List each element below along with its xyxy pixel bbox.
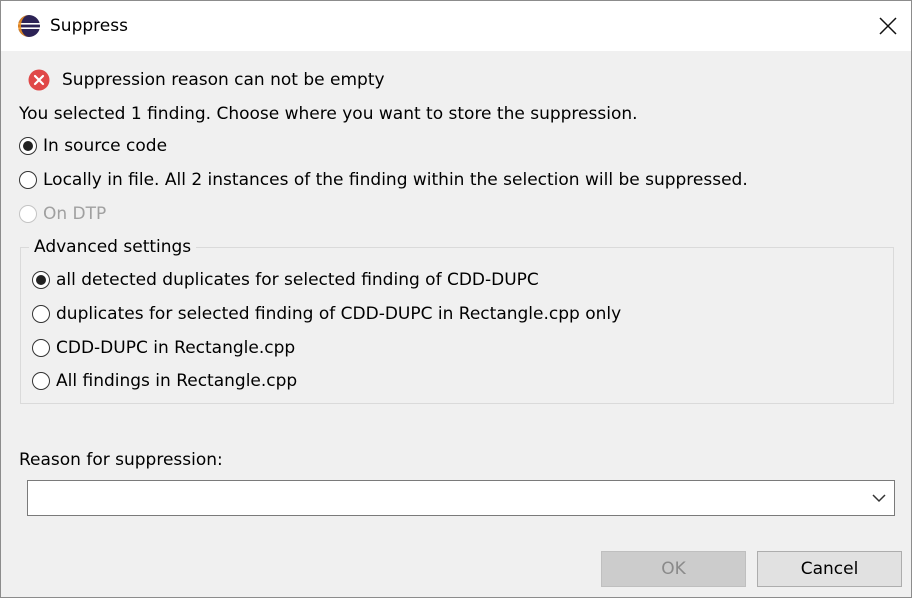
cancel-button[interactable]: Cancel	[757, 551, 902, 587]
chevron-down-icon[interactable]	[872, 492, 886, 504]
close-button[interactable]	[865, 1, 911, 51]
radio-locally-in-file[interactable]: Locally in file. All 2 instances of the …	[19, 169, 748, 191]
radio-label: all detected duplicates for selected fin…	[56, 270, 539, 290]
radio-button	[19, 205, 37, 223]
radio-button[interactable]	[32, 271, 50, 289]
radio-button[interactable]	[32, 339, 50, 357]
radio-label: All findings in Rectangle.cpp	[56, 371, 298, 391]
radio-label: Locally in file. All 2 instances of the …	[43, 170, 748, 190]
radio-button[interactable]	[32, 372, 50, 390]
radio-label: On DTP	[43, 204, 107, 224]
radio-button[interactable]	[19, 171, 37, 189]
error-icon	[28, 69, 50, 91]
close-icon	[879, 17, 897, 35]
radio-button[interactable]	[19, 137, 37, 155]
suppress-dialog: Suppress Suppression reason can not be e…	[0, 0, 912, 598]
radio-label: In source code	[43, 136, 168, 156]
error-message: Suppression reason can not be empty	[62, 70, 385, 90]
radio-rule-in-file[interactable]: CDD-DUPC in Rectangle.cpp	[32, 337, 295, 359]
radio-label: duplicates for selected finding of CDD-D…	[56, 304, 622, 324]
instruction-text: You selected 1 finding. Choose where you…	[19, 104, 638, 124]
radio-all-duplicates[interactable]: all detected duplicates for selected fin…	[32, 269, 539, 291]
reason-label: Reason for suppression:	[19, 450, 223, 470]
radio-label: CDD-DUPC in Rectangle.cpp	[56, 338, 296, 358]
radio-duplicates-in-file[interactable]: duplicates for selected finding of CDD-D…	[32, 303, 621, 325]
reason-combobox[interactable]	[27, 480, 895, 516]
advanced-settings-title: Advanced settings	[29, 236, 197, 258]
ok-button: OK	[601, 551, 746, 587]
radio-all-findings-in-file[interactable]: All findings in Rectangle.cpp	[32, 370, 297, 392]
radio-on-dtp: On DTP	[19, 203, 106, 225]
title-bar: Suppress	[1, 1, 911, 51]
eclipse-icon	[18, 15, 40, 37]
radio-button[interactable]	[32, 305, 50, 323]
radio-in-source-code[interactable]: In source code	[19, 135, 167, 157]
window-title: Suppress	[50, 16, 128, 36]
